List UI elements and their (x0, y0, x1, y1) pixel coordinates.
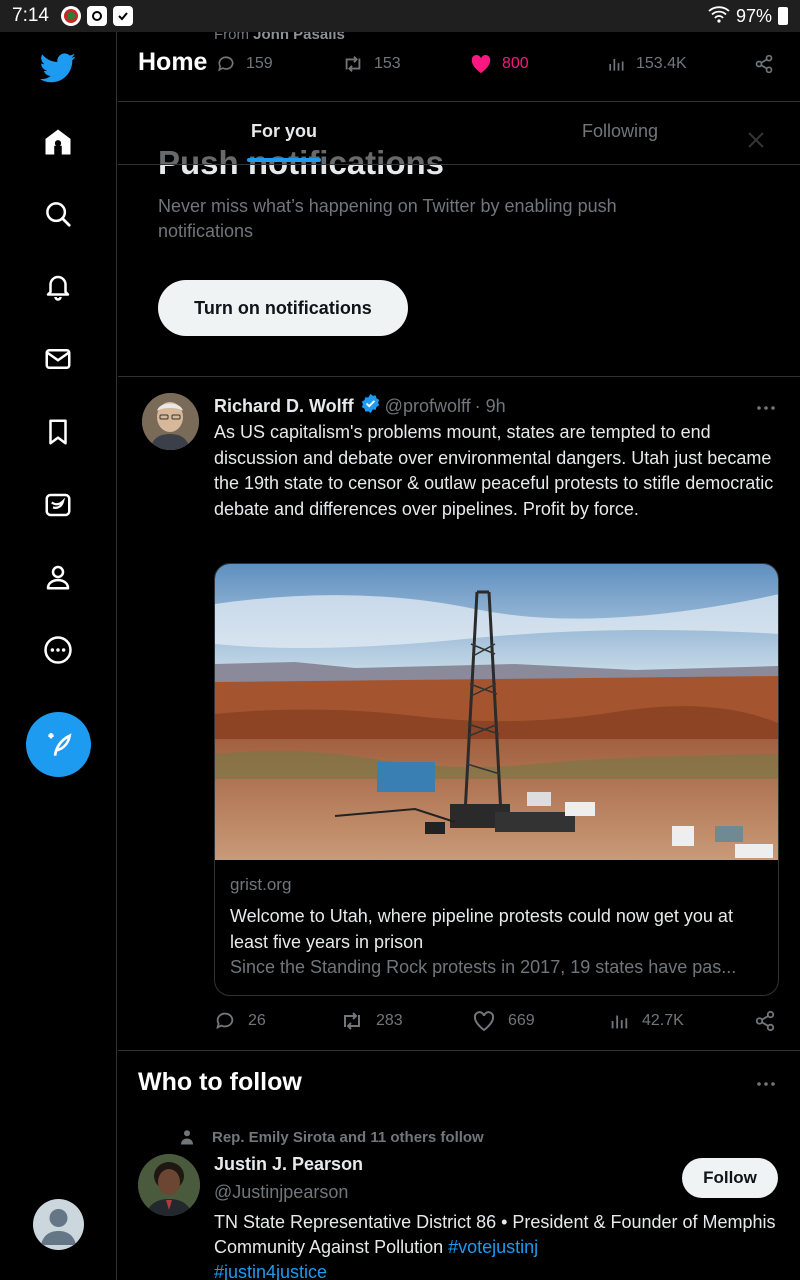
reply-icon (216, 1012, 234, 1030)
views-icon (611, 1015, 628, 1029)
divider (118, 1050, 800, 1051)
push-prompt-description: Never miss what’s happening on Twitter b… (158, 196, 617, 241)
view-count: 42.7K (642, 1012, 684, 1029)
share-icon (755, 1010, 775, 1032)
social-context: Rep. Emily Sirota and 11 others follow (178, 1128, 484, 1146)
more-horizontal-icon (757, 406, 775, 410)
tab-following[interactable]: Following (582, 121, 658, 142)
reply-count: 26 (248, 1012, 266, 1029)
left-navigation (0, 32, 117, 1280)
heart-icon (473, 1011, 495, 1032)
profile-icon[interactable] (38, 557, 78, 597)
who-to-follow-title: Who to follow (138, 1068, 302, 1096)
app-notification-icon (60, 6, 81, 26)
notifications-bell-icon[interactable] (38, 267, 78, 307)
bio-hashtag-link[interactable]: #votejustinj (448, 1237, 538, 1257)
retweet-button[interactable]: 283 (340, 1010, 403, 1032)
person-icon (181, 1130, 193, 1145)
suggested-user-name[interactable]: Justin J. Pearson (214, 1154, 363, 1175)
more-horizontal-icon (757, 1082, 775, 1086)
link-card[interactable]: grist.org Welcome to Utah, where pipelin… (214, 563, 779, 996)
compose-tweet-button[interactable] (26, 712, 91, 777)
suggested-user-bio: TN State Representative District 86 • Pr… (214, 1210, 784, 1280)
retweet-count: 283 (376, 1012, 403, 1029)
follow-button[interactable]: Follow (682, 1158, 778, 1198)
explore-search-icon[interactable] (38, 194, 78, 234)
battery-icon (778, 7, 788, 25)
home-icon[interactable] (38, 122, 78, 162)
status-time: 7:14 (12, 5, 49, 26)
tweet-timestamp[interactable]: · 9h (475, 396, 506, 417)
timeline-tabs: For you Following (118, 102, 800, 165)
like-button[interactable]: 669 (472, 1010, 535, 1032)
messages-mail-icon[interactable] (38, 339, 78, 379)
turn-on-notifications-button[interactable]: Turn on notifications (158, 280, 408, 336)
compose-feather-icon (47, 732, 71, 756)
tweet-header: Richard D. Wolff @profwolff · 9h (214, 393, 784, 419)
link-card-title: Welcome to Utah, where pipeline protests… (230, 906, 733, 952)
reply-button[interactable]: 26 (214, 1010, 266, 1032)
like-count: 669 (508, 1012, 535, 1029)
tweet-text: As US capitalism's problems mount, state… (214, 422, 774, 519)
link-card-domain: grist.org (230, 875, 292, 894)
bio-hashtag-link[interactable]: #justin4justice (214, 1262, 327, 1280)
tweet-action-bar: 26 283 669 42.7K (214, 1010, 784, 1036)
link-card-description: Since the Standing Rock protests in 2017… (230, 957, 737, 977)
social-context-text: Rep. Emily Sirota and 11 others follow (212, 1128, 484, 1146)
page-title: Home (138, 48, 208, 76)
battery-percent: 97% (735, 5, 772, 26)
verified-badge-icon (360, 393, 381, 419)
status-bar: 7:14 97% (0, 0, 800, 32)
tweet-author-handle[interactable]: @profwolff (385, 396, 471, 417)
status-right: 97% (708, 5, 788, 28)
divider (118, 376, 800, 377)
views-button[interactable]: 42.7K (608, 1010, 684, 1032)
twitter-logo-icon[interactable] (38, 48, 78, 88)
bookmarks-icon[interactable] (38, 412, 78, 452)
check-notification-icon (112, 6, 133, 26)
tab-for-you[interactable]: For you (251, 121, 317, 142)
who-to-follow-more-button[interactable] (754, 1072, 778, 1101)
retweet-icon (344, 1012, 360, 1030)
more-options-icon[interactable] (38, 630, 78, 670)
screen-record-icon (86, 6, 107, 26)
link-card-image (215, 564, 778, 860)
tweet-author-avatar[interactable] (142, 393, 199, 450)
suggested-user-avatar[interactable] (138, 1154, 200, 1216)
suggested-user-handle[interactable]: @Justinjpearson (214, 1182, 348, 1203)
active-tab-indicator (247, 158, 321, 162)
wifi-icon (708, 5, 730, 28)
account-avatar[interactable] (33, 1199, 84, 1250)
tweet-author-name[interactable]: Richard D. Wolff (214, 396, 354, 417)
main-timeline: From John Pasalis 159 153 800 153.4K Hom… (118, 32, 800, 1280)
share-button[interactable] (754, 1010, 776, 1032)
twitter-blue-icon[interactable] (38, 485, 78, 525)
home-header: Home For you Following (118, 32, 800, 165)
